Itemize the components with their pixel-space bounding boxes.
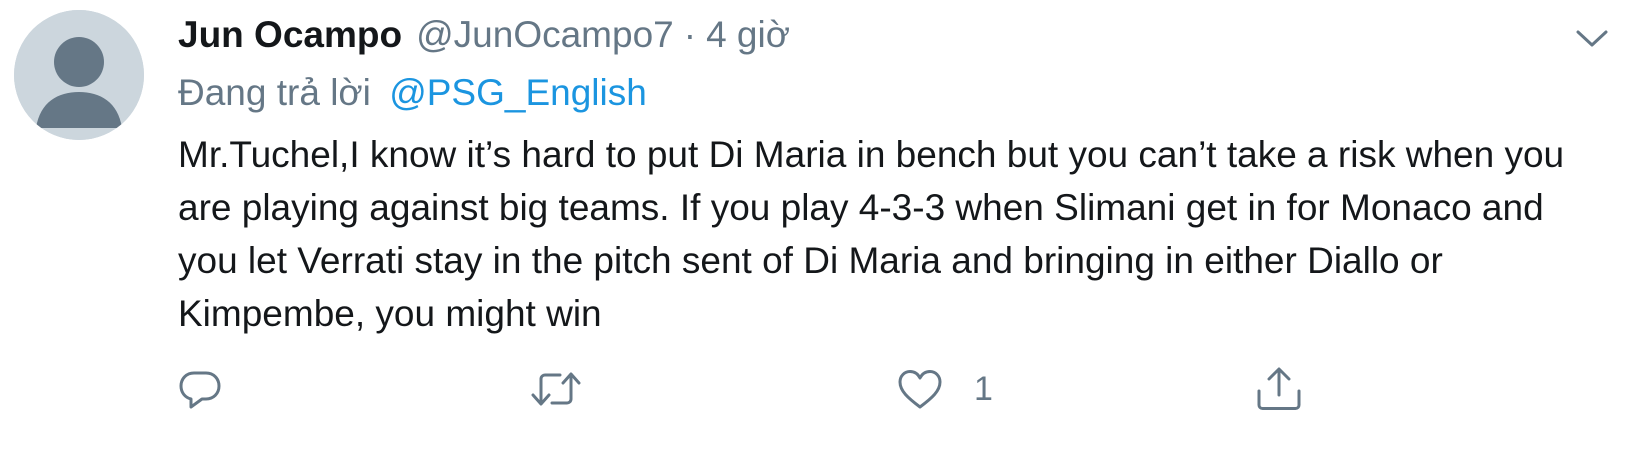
retweet-icon: [531, 372, 581, 406]
tweet-timestamp[interactable]: 4 giờ: [706, 14, 790, 56]
avatar[interactable]: [14, 10, 144, 140]
tweet-text: Mr.Tuchel,I know it’s hard to put Di Mar…: [178, 134, 1565, 334]
default-avatar-icon: [14, 10, 144, 140]
tweet-header: Jun Ocampo @JunOcampo7 · 4 giờ: [178, 14, 790, 60]
replying-to-line: Đang trả lời @PSG_English: [178, 72, 647, 114]
separator-dot: ·: [683, 14, 697, 55]
tweet-card: Jun Ocampo @JunOcampo7 · 4 giờ Đang trả …: [0, 0, 1651, 450]
reply-button[interactable]: [178, 365, 252, 413]
chevron-down-icon: [1576, 30, 1608, 47]
author-handle[interactable]: @JunOcampo7: [416, 14, 674, 56]
retweet-button[interactable]: [530, 365, 612, 413]
replying-to-label: Đang trả lời: [178, 72, 371, 113]
replying-to-mention-link[interactable]: @PSG_English: [389, 72, 647, 113]
heart-icon: [898, 370, 942, 409]
share-button[interactable]: [1254, 365, 1334, 413]
like-button[interactable]: 1: [896, 365, 993, 413]
like-count: 1: [974, 369, 993, 408]
more-options-button[interactable]: [1572, 20, 1612, 56]
share-icon: [1257, 367, 1301, 410]
author-name[interactable]: Jun Ocampo: [178, 14, 402, 56]
reply-icon: [179, 371, 221, 409]
tweet-actions-bar: 1: [178, 365, 1578, 413]
